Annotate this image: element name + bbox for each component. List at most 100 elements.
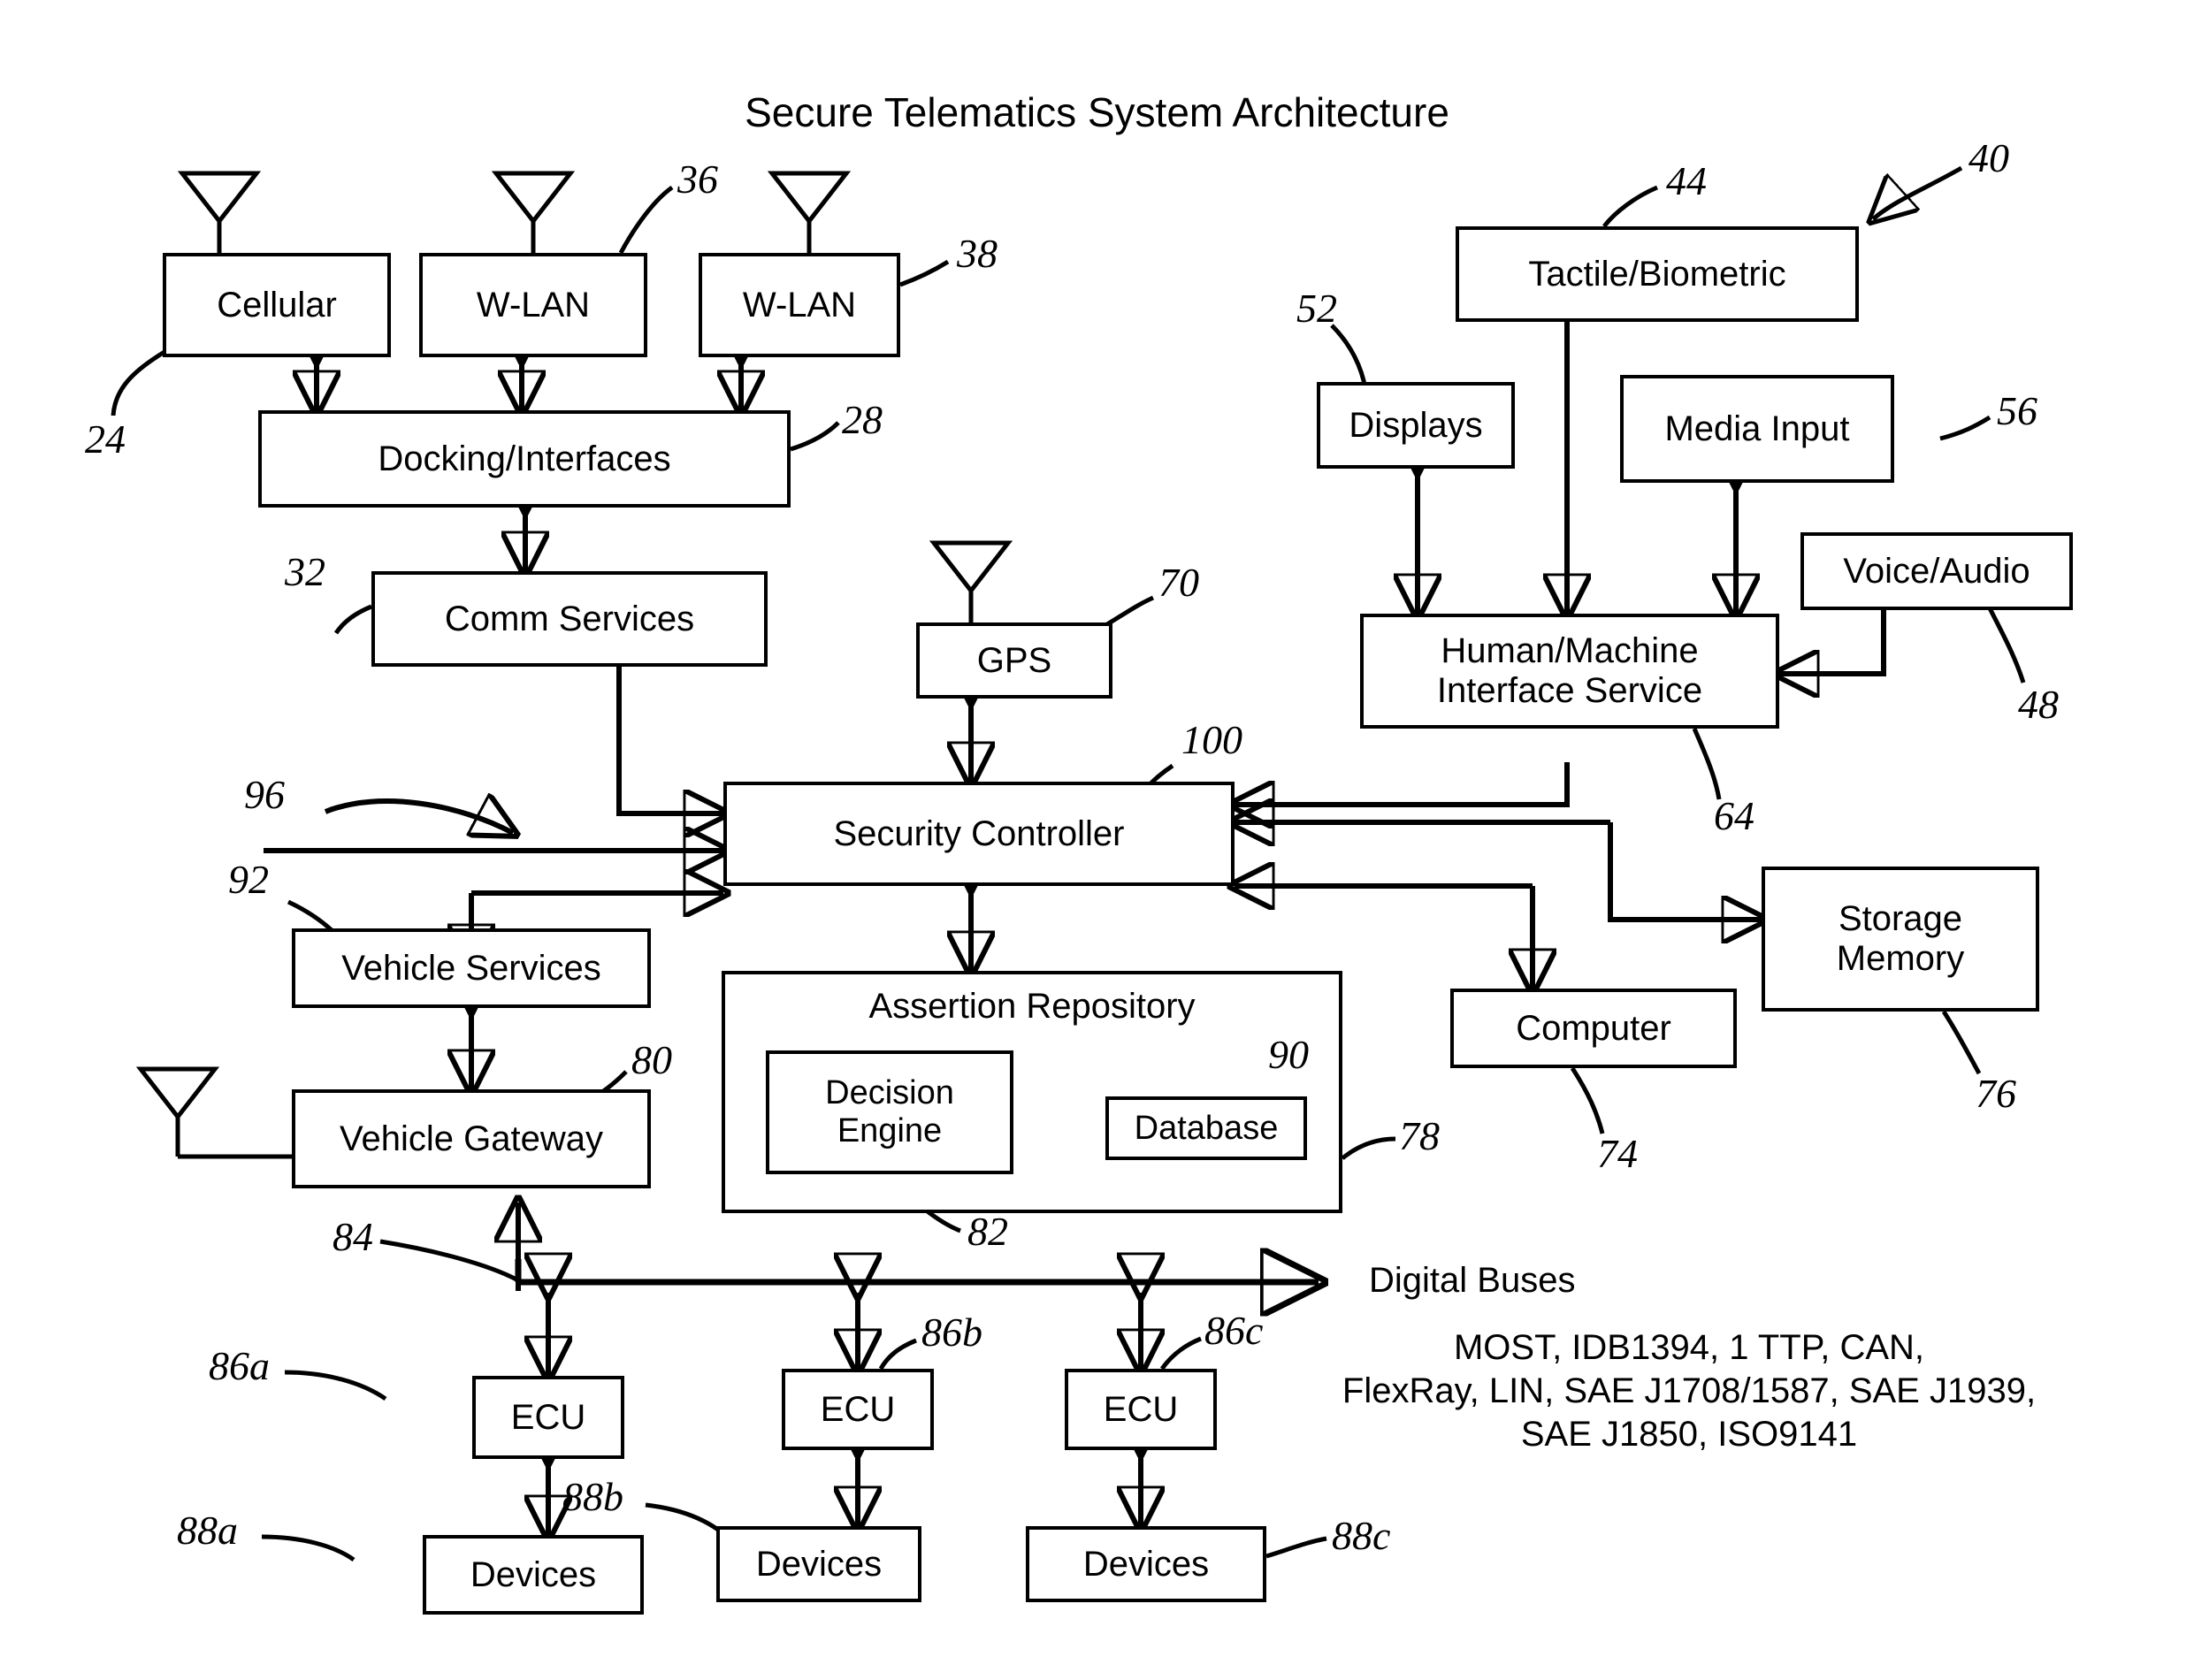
arrow-hmi-security [1235, 762, 1570, 805]
callout-96 [324, 801, 513, 833]
box-voice-audio[interactable]: Voice/Audio [1800, 532, 2073, 610]
leader-38 [899, 259, 950, 287]
digital-buses-list: MOST, IDB1394, 1 TTP, CAN, FlexRay, LIN,… [1342, 1328, 2037, 1454]
ref-24: 24 [85, 416, 126, 462]
ref-84: 84 [333, 1214, 373, 1259]
box-gps[interactable]: GPS [916, 622, 1112, 699]
box-media-input-label: Media Input [1664, 409, 1850, 448]
box-ecu-a[interactable]: ECU [472, 1376, 624, 1459]
leader-28 [790, 421, 840, 452]
ref-92: 92 [228, 857, 269, 902]
leader-88b [645, 1502, 720, 1532]
box-ecu-b-label: ECU [820, 1389, 896, 1429]
box-devices-c[interactable]: Devices [1026, 1526, 1266, 1602]
box-vehicle-gateway-label: Vehicle Gateway [340, 1119, 603, 1158]
box-ecu-c[interactable]: ECU [1065, 1369, 1217, 1450]
digital-bus-line [515, 1259, 1319, 1282]
leader-44 [1602, 185, 1658, 228]
ref-38: 38 [957, 231, 998, 276]
ref-32: 32 [285, 549, 325, 594]
box-computer[interactable]: Computer [1450, 989, 1737, 1068]
antenna-gps [929, 540, 1013, 622]
box-hmi-service[interactable]: Human/Machine Interface Service [1360, 614, 1779, 729]
leader-70 [1105, 595, 1155, 627]
leader-78 [1341, 1136, 1396, 1160]
box-security-controller[interactable]: Security Controller [723, 782, 1235, 886]
ref-76: 76 [1976, 1071, 2016, 1116]
box-ecu-b[interactable]: ECU [782, 1369, 934, 1450]
box-devices-a[interactable]: Devices [423, 1535, 644, 1615]
box-wlan-2-label: W-LAN [742, 285, 857, 325]
box-displays[interactable]: Displays [1317, 382, 1515, 469]
leader-40 [1873, 165, 1963, 219]
leader-88c [1265, 1536, 1327, 1559]
ref-56: 56 [1997, 388, 2037, 433]
ref-40: 40 [1968, 135, 2009, 180]
box-vehicle-gateway[interactable]: Vehicle Gateway [292, 1089, 651, 1188]
box-assertion-repository-label: Assertion Repository [868, 987, 1196, 1026]
antenna-vehicle-gateway [135, 1066, 297, 1159]
leader-48 [1984, 599, 2026, 683]
ref-52: 52 [1296, 286, 1337, 331]
box-cellular[interactable]: Cellular [163, 253, 391, 357]
box-tactile-biometric[interactable]: Tactile/Biometric [1456, 226, 1859, 322]
box-docking-interfaces[interactable]: Docking/Interfaces [258, 410, 791, 508]
leader-86b [878, 1338, 917, 1371]
box-devices-c-label: Devices [1082, 1544, 1210, 1584]
ref-64: 64 [1714, 793, 1754, 838]
ref-78: 78 [1399, 1113, 1440, 1158]
box-cellular-label: Cellular [217, 285, 337, 325]
ref-28: 28 [842, 397, 883, 442]
box-wlan-1-label: W-LAN [476, 285, 591, 325]
box-decision-engine-label: Decision Engine [825, 1074, 954, 1149]
box-wlan-1[interactable]: W-LAN [419, 253, 647, 357]
box-database[interactable]: Database [1105, 1096, 1307, 1160]
ref-88c: 88c [1332, 1513, 1391, 1558]
box-tactile-biometric-label: Tactile/Biometric [1528, 254, 1786, 294]
leader-84 [379, 1239, 520, 1283]
box-media-input[interactable]: Media Input [1620, 375, 1894, 483]
box-storage-memory[interactable]: Storage Memory [1762, 867, 2039, 1012]
box-ecu-a-label: ECU [510, 1397, 586, 1437]
box-gps-label: GPS [976, 640, 1052, 680]
box-vehicle-services-label: Vehicle Services [341, 948, 601, 988]
ref-100: 100 [1181, 717, 1242, 762]
leader-64 [1692, 727, 1722, 800]
box-displays-label: Displays [1349, 405, 1483, 445]
ref-82: 82 [967, 1209, 1008, 1254]
ref-88a: 88a [177, 1508, 238, 1553]
box-docking-interfaces-label: Docking/Interfaces [378, 439, 671, 478]
leader-76 [1941, 1010, 1982, 1075]
box-comm-services[interactable]: Comm Services [371, 571, 768, 667]
box-wlan-2[interactable]: W-LAN [699, 253, 900, 357]
arrow-comm-security [616, 667, 723, 813]
ref-86b: 86b [921, 1310, 982, 1355]
box-database-label: Database [1134, 1109, 1279, 1147]
leader-88a [261, 1534, 355, 1562]
box-vehicle-services[interactable]: Vehicle Services [292, 928, 651, 1008]
leader-36 [618, 185, 674, 255]
leader-74 [1570, 1066, 1605, 1134]
antenna-wlan-2 [767, 171, 852, 253]
box-devices-b[interactable]: Devices [716, 1526, 921, 1602]
ref-74: 74 [1597, 1131, 1638, 1176]
box-devices-a-label: Devices [470, 1554, 597, 1594]
ref-90: 90 [1268, 1032, 1309, 1077]
antenna-wlan-1 [491, 171, 576, 253]
ref-70: 70 [1158, 560, 1199, 605]
ref-48: 48 [2018, 682, 2059, 727]
box-storage-memory-label: Storage Memory [1836, 899, 1965, 978]
leader-86c [1159, 1336, 1202, 1371]
digital-buses-heading: Digital Buses [1369, 1261, 1576, 1300]
ref-86a: 86a [209, 1343, 270, 1388]
box-computer-label: Computer [1516, 1008, 1671, 1048]
box-hmi-service-label: Human/Machine Interface Service [1436, 631, 1703, 710]
antenna-cellular [177, 171, 262, 253]
ref-44: 44 [1666, 158, 1707, 203]
box-voice-audio-label: Voice/Audio [1843, 551, 2030, 591]
ref-36: 36 [677, 157, 718, 202]
arrow-voice-hmi [1779, 610, 1886, 674]
box-comm-services-label: Comm Services [444, 599, 695, 638]
box-security-controller-label: Security Controller [833, 813, 1125, 853]
box-decision-engine[interactable]: Decision Engine [766, 1050, 1013, 1174]
